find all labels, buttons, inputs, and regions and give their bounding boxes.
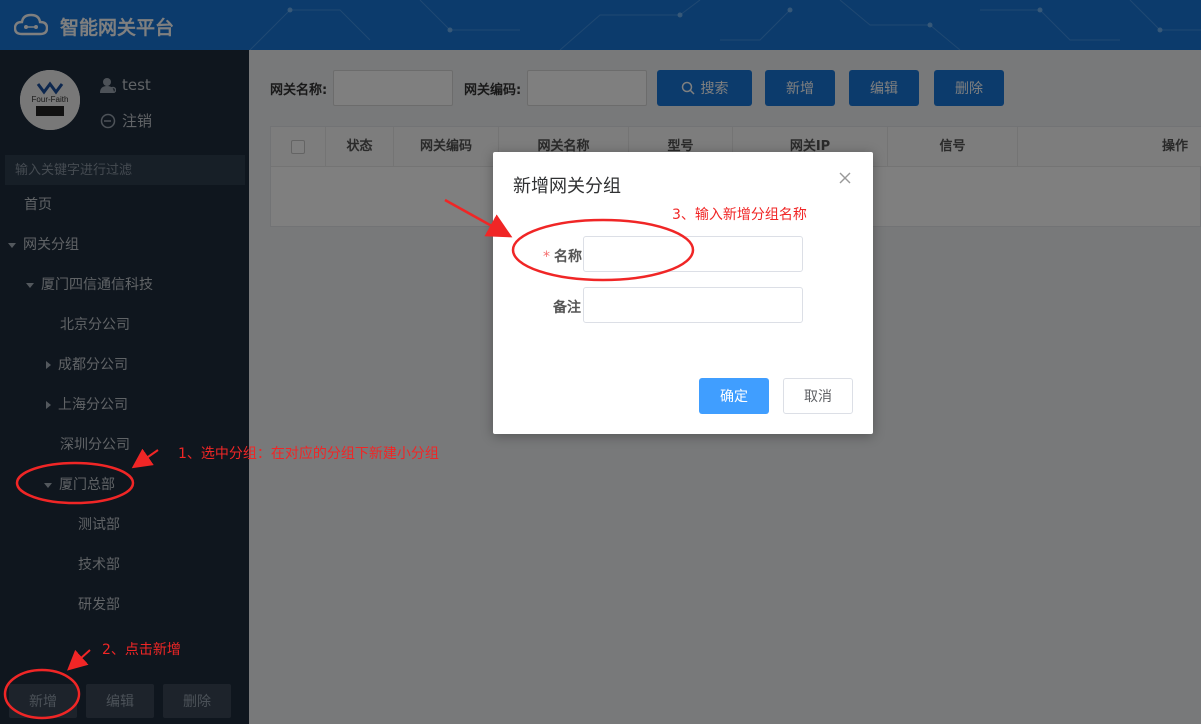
name-label: * 名称: [543, 246, 582, 266]
cancel-button[interactable]: 取消: [783, 378, 853, 414]
add-group-dialog: 新增网关分组 * 名称 备注 确定 取消: [493, 152, 873, 434]
required-mark: *: [543, 249, 550, 265]
name-label-text: 名称: [554, 249, 582, 265]
remark-label: 备注: [553, 300, 581, 316]
annotation-step3: 3、输入新增分组名称: [672, 207, 807, 223]
group-name-input[interactable]: [583, 236, 803, 272]
annotation-step1: 1、选中分组：在对应的分组下新建小分组: [178, 446, 439, 462]
group-remark-input[interactable]: [583, 287, 803, 323]
annotation-step2: 2、点击新增: [102, 642, 181, 658]
close-icon[interactable]: [837, 170, 853, 186]
confirm-button[interactable]: 确定: [699, 378, 769, 414]
dialog-title: 新增网关分组: [513, 176, 621, 197]
